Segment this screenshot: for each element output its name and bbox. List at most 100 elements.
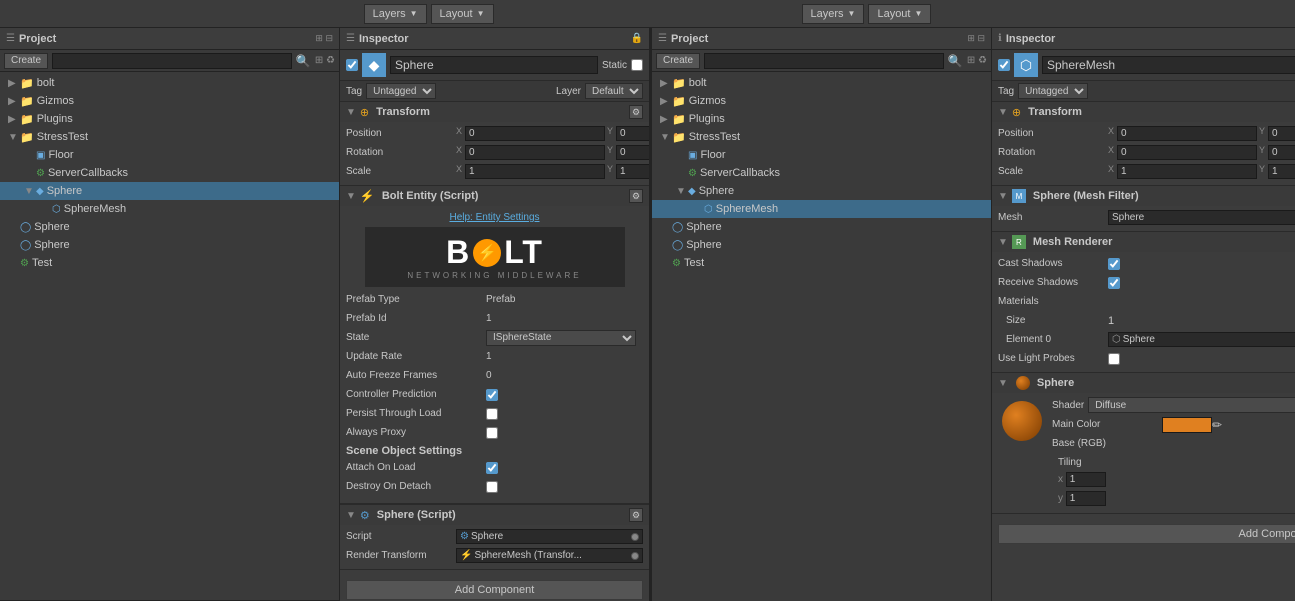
right-inspector-panel: ℹ Inspector 🔒 ⬡ Static Tag Un [992, 28, 1295, 601]
left-create-btn[interactable]: Create [4, 53, 48, 69]
left-bolt-header[interactable]: ▼ ⚡ Bolt Entity (Script) ⚙ [340, 186, 649, 206]
right-transform-section: ▼ ⊕ Transform ⚙ Position X Y [992, 102, 1295, 186]
layers-dropdown-right[interactable]: Layers [802, 4, 865, 24]
left-obj-name-input[interactable] [390, 56, 598, 74]
right-mesh-renderer-header[interactable]: ▼ R Mesh Renderer ⚙ [992, 232, 1295, 252]
right-tiling-x[interactable] [1066, 472, 1106, 487]
left-tag-select[interactable]: Untagged [366, 83, 436, 99]
left-destroy-checkbox[interactable] [486, 481, 498, 493]
right-rot-x[interactable] [1117, 145, 1257, 160]
left-help-link[interactable]: Help: Entity Settings [346, 212, 643, 223]
right-project-title: Project [671, 33, 708, 45]
left-attach-checkbox[interactable] [486, 462, 498, 474]
list-item[interactable]: ▼ 📁 StressTest [652, 128, 991, 146]
list-item[interactable]: ⚙ Test [0, 254, 339, 272]
list-item[interactable]: ◯ Sphere [0, 236, 339, 254]
right-scale-x[interactable] [1117, 164, 1257, 179]
list-item[interactable]: ⚙ ServerCallbacks [0, 164, 339, 182]
left-state-select[interactable]: ISphereState [486, 330, 636, 346]
left-scale-x[interactable] [465, 164, 605, 179]
right-color-swatch[interactable] [1162, 417, 1212, 433]
layout-dropdown-right[interactable]: Layout [868, 4, 931, 24]
right-tag-select[interactable]: Untagged [1018, 83, 1088, 99]
right-position-row: Position X Y Z [998, 125, 1295, 142]
right-transform-header[interactable]: ▼ ⊕ Transform ⚙ [992, 102, 1295, 122]
right-tiling-table: Tiling Offset x y [1052, 454, 1295, 509]
left-script-label: Script [346, 531, 456, 542]
right-rot-y[interactable] [1268, 145, 1295, 160]
layout-dropdown-left[interactable]: Layout [431, 4, 494, 24]
right-cast-shadows-checkbox[interactable] [1108, 258, 1120, 270]
list-item[interactable]: ▶ 📁 bolt [652, 74, 991, 92]
right-material-title: Sphere [1037, 377, 1295, 389]
list-item[interactable]: ▼ 📁 StressTest [0, 128, 339, 146]
right-obj-enable-checkbox[interactable] [998, 59, 1010, 71]
list-item[interactable]: ▶ 📁 Plugins [652, 110, 991, 128]
right-mesh-filter-header[interactable]: ▼ M Sphere (Mesh Filter) ⚙ [992, 186, 1295, 206]
left-rot-x[interactable] [465, 145, 605, 160]
left-obj-enable-checkbox[interactable] [346, 59, 358, 71]
list-item[interactable]: ◯ Sphere [0, 218, 339, 236]
left-tag-label: Tag [346, 86, 362, 97]
right-tiling-y[interactable] [1066, 491, 1106, 506]
right-scale-y[interactable] [1268, 164, 1295, 179]
right-base-rgb-label: Base (RGB) [1052, 438, 1162, 449]
right-light-probes-checkbox[interactable] [1108, 353, 1120, 365]
left-scale-y[interactable] [616, 164, 649, 179]
right-project-header: ☰ Project ⊞ ⊟ [652, 28, 991, 50]
left-transform-header[interactable]: ▼ ⊕ Transform ⚙ [340, 102, 649, 122]
list-item[interactable]: ⬡ SphereMesh [0, 200, 339, 218]
list-item[interactable]: ◯ Sphere [652, 218, 991, 236]
left-static-checkbox[interactable] [631, 59, 643, 71]
right-receive-shadows-checkbox[interactable] [1108, 277, 1120, 289]
left-controller-pred-checkbox[interactable] [486, 389, 498, 401]
list-item[interactable]: ▼ ◆ Sphere [0, 182, 339, 200]
lock-icon[interactable]: 🔒 [631, 33, 643, 44]
right-shader-select[interactable]: Diffuse [1088, 397, 1295, 413]
left-bolt-settings-icon[interactable]: ⚙ [629, 189, 643, 203]
left-render-transform-circle-icon[interactable] [631, 552, 639, 560]
right-create-btn[interactable]: Create [656, 53, 700, 69]
layers-dropdown-left[interactable]: Layers [364, 4, 427, 24]
right-pos-y[interactable] [1268, 126, 1295, 141]
list-item[interactable]: ⬡ SphereMesh [652, 200, 991, 218]
right-section: ☰ Project ⊞ ⊟ Create 🔍 ⊞ ♻ ▶ 📁 bolt [652, 28, 1295, 601]
left-sphere-script-header[interactable]: ▼ ⚙ Sphere (Script) ⚙ [340, 505, 649, 525]
left-transform-settings-icon[interactable]: ⚙ [629, 105, 643, 119]
right-add-component-btn[interactable]: Add Component [998, 524, 1295, 544]
list-item[interactable]: ⚙ ServerCallbacks [652, 164, 991, 182]
left-sphere-script-settings-icon[interactable]: ⚙ [629, 508, 643, 522]
list-item[interactable]: ◯ Sphere [652, 236, 991, 254]
right-pos-x[interactable] [1117, 126, 1257, 141]
left-rot-y[interactable] [616, 145, 649, 160]
right-obj-name-input[interactable] [1042, 56, 1295, 74]
list-item[interactable]: ⚙ Test [652, 254, 991, 272]
list-item[interactable]: ▣ Floor [652, 146, 991, 164]
left-always-proxy-checkbox[interactable] [486, 427, 498, 439]
left-tag-row: Tag Untagged Layer Default [340, 81, 649, 102]
left-inspector-body: ◆ Static Tag Untagged Layer Default ▼ [340, 50, 649, 601]
list-item[interactable]: ▶ 📁 Plugins [0, 110, 339, 128]
left-state-label: State [346, 332, 486, 343]
right-size-label: Size [998, 315, 1108, 326]
list-item[interactable]: ▶ 📁 Gizmos [652, 92, 991, 110]
left-pos-y[interactable] [616, 126, 649, 141]
pencil-icon[interactable]: ✏ [1212, 418, 1222, 432]
left-pos-x[interactable] [465, 126, 605, 141]
list-item[interactable]: ▶ 📁 Gizmos [0, 92, 339, 110]
left-add-component-btn[interactable]: Add Component [346, 580, 643, 600]
right-inspector-body: ⬡ Static Tag Untagged Layer Default [992, 50, 1295, 601]
list-item[interactable]: ▶ 📁 bolt [0, 74, 339, 92]
list-item[interactable]: ▣ Floor [0, 146, 339, 164]
left-persist-label: Persist Through Load [346, 408, 486, 419]
right-material-header[interactable]: ▼ Sphere ⚙ [992, 373, 1295, 393]
list-item[interactable]: ▼ ◆ Sphere [652, 182, 991, 200]
left-search-input[interactable] [52, 53, 292, 69]
left-persist-checkbox[interactable] [486, 408, 498, 420]
right-base-rgb-row: Base (RGB) [1052, 435, 1295, 452]
left-script-circle-icon[interactable] [631, 533, 639, 541]
right-size-value: 1 [1108, 315, 1114, 327]
sphere-material-preview [1016, 376, 1030, 390]
left-layer-select[interactable]: Default [585, 83, 643, 99]
right-search-input[interactable] [704, 53, 944, 69]
